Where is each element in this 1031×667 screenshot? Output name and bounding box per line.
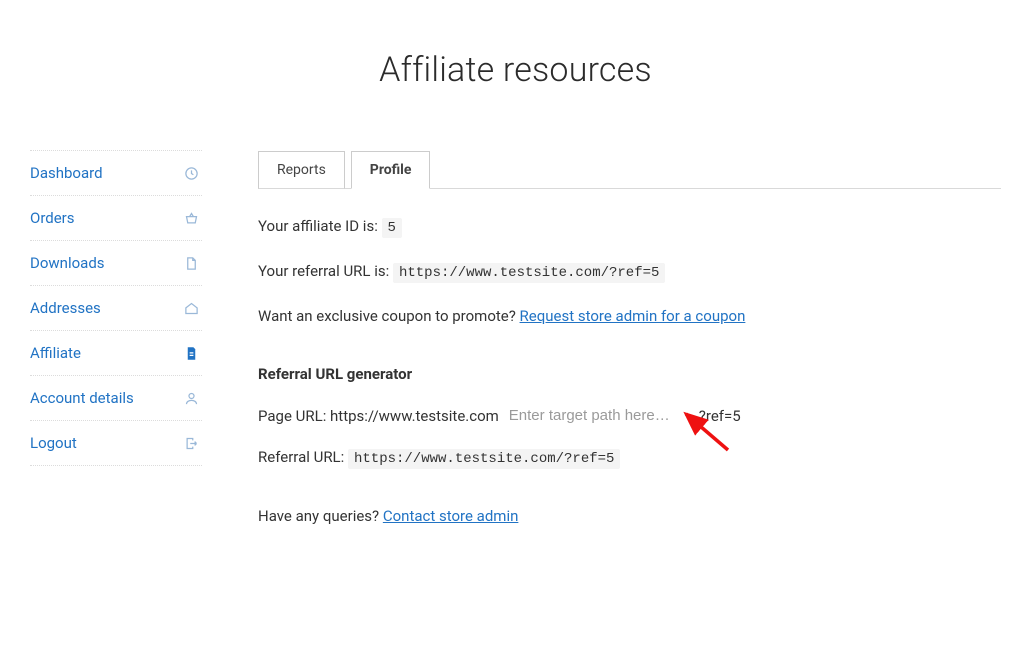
account-sidebar: Dashboard Orders Downloads Addresses	[30, 150, 202, 525]
tab-profile[interactable]: Profile	[351, 151, 431, 189]
sidebar-item-affiliate[interactable]: Affiliate	[30, 330, 202, 375]
dashboard-icon	[184, 166, 200, 181]
main-content: Reports Profile Your affiliate ID is: 5 …	[258, 150, 1001, 525]
footer-prompt: Have any queries?	[258, 507, 383, 525]
referral-url-label: Your referral URL is:	[258, 262, 393, 280]
sidebar-item-downloads[interactable]: Downloads	[30, 240, 202, 285]
generated-url-row: Referral URL: https://www.testsite.com/?…	[258, 448, 1001, 467]
coupon-prompt-text: Want an exclusive coupon to promote?	[258, 307, 520, 325]
request-coupon-link[interactable]: Request store admin for a coupon	[520, 307, 746, 325]
ref-suffix: ?ref=5	[699, 407, 741, 425]
file-icon	[184, 256, 200, 271]
home-icon	[184, 301, 200, 316]
page-title: Affiliate resources	[0, 50, 1031, 90]
sidebar-item-label: Addresses	[30, 299, 101, 317]
footer-query: Have any queries? Contact store admin	[258, 507, 1001, 525]
page-url-row: Page URL: https://www.testsite.com ?ref=…	[258, 405, 1001, 426]
sidebar-item-orders[interactable]: Orders	[30, 195, 202, 240]
affiliate-id-label: Your affiliate ID is:	[258, 217, 382, 235]
sidebar-item-label: Account details	[30, 389, 134, 407]
basket-icon	[184, 211, 200, 226]
user-icon	[184, 391, 200, 406]
coupon-prompt-row: Want an exclusive coupon to promote? Req…	[258, 307, 1001, 325]
sidebar-item-logout[interactable]: Logout	[30, 420, 202, 466]
generated-url-label: Referral URL:	[258, 448, 348, 466]
referral-url-row: Your referral URL is: https://www.testsi…	[258, 262, 1001, 281]
sidebar-item-label: Dashboard	[30, 164, 103, 182]
tab-bar: Reports Profile	[258, 150, 1001, 189]
target-path-input[interactable]	[509, 405, 689, 426]
sidebar-item-label: Affiliate	[30, 344, 81, 362]
document-icon	[184, 346, 200, 361]
generated-url-value: https://www.testsite.com/?ref=5	[348, 449, 620, 469]
contact-admin-link[interactable]: Contact store admin	[383, 507, 519, 525]
sidebar-item-dashboard[interactable]: Dashboard	[30, 150, 202, 195]
logout-icon	[184, 436, 200, 451]
affiliate-id-value: 5	[382, 218, 402, 238]
tab-reports[interactable]: Reports	[258, 151, 345, 189]
sidebar-item-label: Downloads	[30, 254, 105, 272]
sidebar-item-label: Orders	[30, 209, 75, 227]
sidebar-item-label: Logout	[30, 434, 77, 452]
sidebar-item-addresses[interactable]: Addresses	[30, 285, 202, 330]
page-url-label: Page URL: https://www.testsite.com	[258, 407, 499, 425]
sidebar-item-account-details[interactable]: Account details	[30, 375, 202, 420]
generator-heading: Referral URL generator	[258, 365, 1001, 383]
affiliate-id-row: Your affiliate ID is: 5	[258, 217, 1001, 236]
referral-url-value: https://www.testsite.com/?ref=5	[393, 263, 665, 283]
